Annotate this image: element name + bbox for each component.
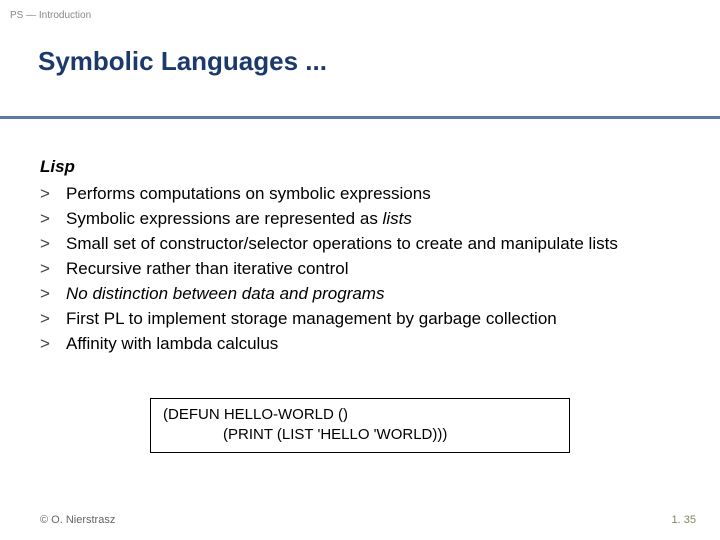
footer-copyright: © O. Nierstrasz xyxy=(40,514,115,526)
bullet-text: No distinction between data and programs xyxy=(66,283,680,306)
bullet-text: Recursive rather than iterative control xyxy=(66,258,680,281)
slide: PS — Introduction Symbolic Languages ...… xyxy=(0,0,720,540)
footer-page-number: 1. 35 xyxy=(672,514,696,526)
list-item: > First PL to implement storage manageme… xyxy=(40,308,680,331)
list-item: > Symbolic expressions are represented a… xyxy=(40,208,680,231)
code-box: (DEFUN HELLO-WORLD () (PRINT (LIST 'HELL… xyxy=(150,398,570,453)
breadcrumb: PS — Introduction xyxy=(10,10,91,21)
subheading: Lisp xyxy=(40,156,680,179)
bullet-text: First PL to implement storage management… xyxy=(66,308,680,331)
bullet-marker: > xyxy=(40,333,66,356)
list-item: > Small set of constructor/selector oper… xyxy=(40,233,680,256)
title-rule xyxy=(0,116,720,119)
bullet-marker: > xyxy=(40,208,66,231)
list-item: > No distinction between data and progra… xyxy=(40,283,680,306)
page-title: Symbolic Languages ... xyxy=(38,46,327,77)
bullet-text: Small set of constructor/selector operat… xyxy=(66,233,680,256)
bullet-text: Performs computations on symbolic expres… xyxy=(66,183,680,206)
bullet-text: Symbolic expressions are represented as … xyxy=(66,208,680,231)
code-line: (PRINT (LIST 'HELLO 'WORLD))) xyxy=(163,425,557,445)
list-item: > Recursive rather than iterative contro… xyxy=(40,258,680,281)
bullet-marker: > xyxy=(40,308,66,331)
list-item: > Affinity with lambda calculus xyxy=(40,333,680,356)
bullet-marker: > xyxy=(40,258,66,281)
code-line: (DEFUN HELLO-WORLD () xyxy=(163,405,557,425)
content-area: Lisp > Performs computations on symbolic… xyxy=(40,156,680,358)
bullet-marker: > xyxy=(40,233,66,256)
list-item: > Performs computations on symbolic expr… xyxy=(40,183,680,206)
bullet-text: Affinity with lambda calculus xyxy=(66,333,680,356)
bullet-marker: > xyxy=(40,283,66,306)
bullet-marker: > xyxy=(40,183,66,206)
